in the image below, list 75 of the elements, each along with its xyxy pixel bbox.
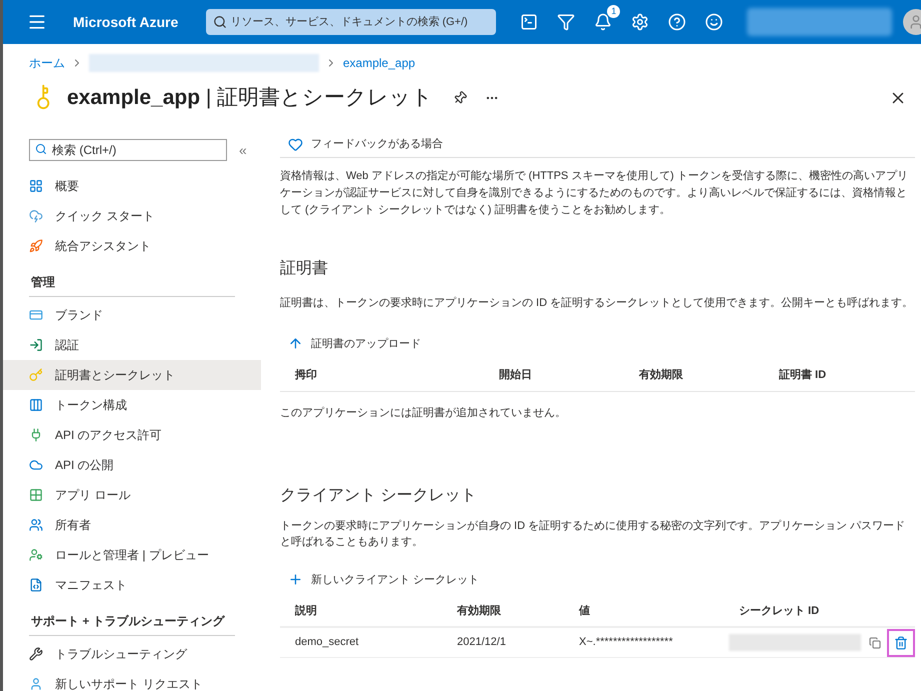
section-description: 証明書は、トークンの要求時にアプリケーションの ID を証明するシークレットとして使用できます。公開キーとも呼ばれます。	[280, 296, 914, 311]
settings-icon[interactable]	[631, 13, 650, 31]
grid-icon	[29, 179, 43, 193]
smile-icon[interactable]	[705, 13, 724, 31]
sidebar-item[interactable]: トラブルシューティング	[3, 639, 261, 669]
sidebar-item[interactable]: 概要	[3, 171, 261, 201]
new-secret-button[interactable]: 新しいクライアント シークレット	[280, 572, 480, 588]
table-cell-text: demo_secret	[295, 635, 360, 650]
sidebar-item[interactable]: ブランド	[3, 300, 261, 330]
column-header: 証明書 ID	[779, 368, 828, 384]
card-icon	[29, 308, 43, 322]
upload-button[interactable]: 証明書のアップロード	[280, 336, 421, 352]
column-header: 拇印	[295, 368, 318, 384]
sign-in-icon	[29, 338, 43, 352]
plus-icon	[288, 572, 303, 588]
upload-icon	[288, 336, 303, 352]
section-heading: 証明書	[280, 258, 329, 279]
brand-name[interactable]: Microsoft Azure	[73, 12, 178, 32]
column-header: 説明	[295, 604, 318, 619]
intro-text: 資格情報は、Web アドレスの指定が可能な場所で (HTTPS スキーマを使用して) トークンを受信する際に、機密性の高いアプリケーションが認証サービスに対して自身を識別できるようにするためのものです。より高いレベルで保証するには、資格情報として (クライアント シークレットではなく) 証明書を使うことをお勧めします。	[280, 168, 910, 218]
sidebar-item[interactable]: API のアクセス許可	[3, 420, 261, 450]
trash-icon	[894, 636, 908, 650]
user-icon	[29, 677, 43, 691]
sidebar-item[interactable]: 統合アシスタント	[3, 231, 261, 261]
grid-icon	[29, 488, 43, 502]
notification-icon[interactable]	[594, 13, 612, 31]
heart-icon	[288, 137, 303, 152]
column-header: 開始日	[499, 368, 533, 384]
delete-button[interactable]	[887, 628, 915, 656]
breadcrumb-link[interactable]: example_app	[343, 54, 416, 72]
wrench-icon	[29, 647, 43, 661]
filter-icon[interactable]	[557, 13, 576, 31]
notification-badge: 1	[607, 5, 620, 18]
sidebar-item[interactable]: 証明書とシークレット	[3, 360, 261, 390]
search-icon	[213, 15, 228, 29]
section-description: トークンの要求時にアプリケーションが自身の ID を証明するために使用する秘密の文字列です。アプリケーション パスワードと呼ばれることもあります。	[280, 518, 906, 550]
help-icon[interactable]	[668, 13, 686, 31]
sidebar-item[interactable]: 認証	[3, 330, 261, 360]
breadcrumb-link[interactable]: ホーム	[29, 54, 65, 72]
sidebar-item[interactable]: マニフェスト	[3, 570, 261, 600]
column-header: 有効期限	[457, 604, 502, 619]
user-icon	[908, 14, 921, 30]
key-icon	[29, 368, 43, 382]
empty-message: このアプリケーションには証明書が追加されていません。	[280, 406, 567, 421]
section-heading: クライアント シークレット	[280, 486, 478, 506]
sidebar-item[interactable]: ロールと管理者 | プレビュー	[3, 540, 261, 570]
terminal-icon[interactable]	[520, 13, 538, 31]
column-header: 値	[579, 604, 591, 619]
document-icon	[29, 578, 43, 592]
search-icon	[35, 143, 47, 155]
sidebar-item[interactable]: API の公開	[3, 450, 261, 480]
sidebar-item[interactable]: アプリ ロール	[3, 480, 261, 510]
plug-icon	[29, 428, 43, 442]
sidebar-item[interactable]: 所有者	[3, 510, 261, 540]
feedback-link[interactable]: フィードバックがある場合	[280, 132, 915, 158]
sidebar-item[interactable]: 新しいサポート リクエスト	[3, 669, 261, 691]
cloud-icon	[29, 209, 43, 223]
page-title: example_app | 証明書とシークレット	[67, 85, 434, 112]
user-icon	[29, 548, 43, 562]
cloud-icon	[29, 458, 43, 472]
column-header: シークレット ID	[739, 604, 820, 619]
section-heading: 管理	[29, 267, 235, 297]
column-header: 有効期限	[639, 368, 684, 384]
copy-icon[interactable]	[869, 636, 881, 648]
table-cell-text: X~.******************	[579, 635, 674, 650]
collapse-button[interactable]: «	[239, 140, 247, 160]
columns-icon	[29, 398, 43, 412]
sidebar-item[interactable]: トークン構成	[3, 390, 261, 420]
section-heading: サポート + トラブルシューティング	[29, 606, 235, 636]
search-field[interactable]: リソース、サービス、ドキュメントの検索 (G+/)	[206, 9, 496, 35]
sidebar-item[interactable]: クイック スタート	[3, 201, 261, 231]
table-cell-text: 2021/12/1	[457, 635, 507, 650]
people-icon	[29, 518, 43, 532]
sidebar-search-field[interactable]: 検索 (Ctrl+/)	[29, 139, 227, 161]
rocket-icon	[29, 239, 43, 253]
